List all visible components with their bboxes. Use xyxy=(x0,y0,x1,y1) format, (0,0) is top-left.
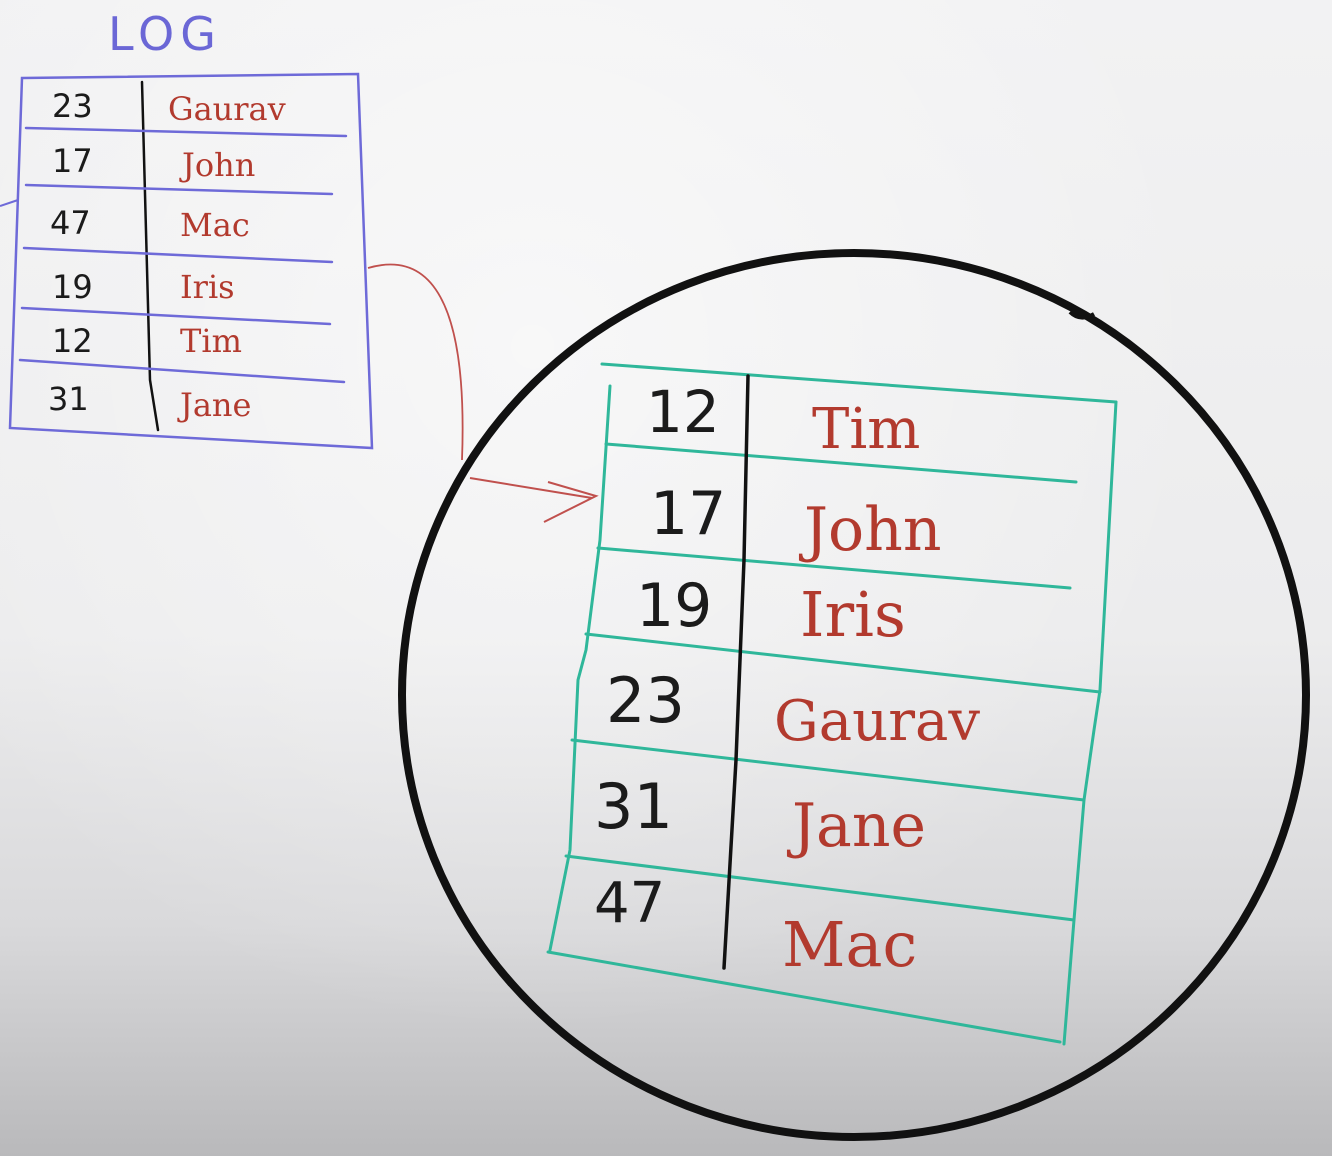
log-key: 17 xyxy=(52,142,93,180)
sorted-name: Jane xyxy=(786,791,926,861)
sorted-name: Tim xyxy=(812,397,920,462)
log-row-line xyxy=(24,183,334,196)
sorted-key: 31 xyxy=(594,770,673,843)
log-row-line xyxy=(18,358,346,384)
sorted-name: John xyxy=(798,495,941,565)
log-key: 23 xyxy=(52,87,93,125)
sorted-key: 23 xyxy=(606,664,685,737)
log-name: Gaurav xyxy=(168,90,286,128)
sorted-name: Gaurav xyxy=(774,689,980,754)
sorted-key: 12 xyxy=(646,378,720,446)
sorted-name: Iris xyxy=(800,578,906,651)
sorted-key: 47 xyxy=(594,871,665,936)
log-name: Iris xyxy=(180,268,235,306)
log-name: John xyxy=(179,146,255,184)
whiteboard-diagram: LOG 23 Gaurav 17 John 47 Mac 19 Iris 12 … xyxy=(0,7,1310,1141)
log-title: LOG xyxy=(108,7,222,61)
log-pointer-arrow xyxy=(0,199,19,207)
log-key: 12 xyxy=(52,322,93,360)
log-key: 47 xyxy=(50,204,91,242)
log-column-divider xyxy=(140,80,160,432)
sorted-right-edge xyxy=(1062,400,1118,1046)
log-name: Jane xyxy=(177,386,251,424)
connector-arrowhead xyxy=(543,481,599,523)
log-row-line xyxy=(22,246,334,264)
sorted-key: 19 xyxy=(636,571,712,641)
log-name: Mac xyxy=(180,206,250,244)
sorted-key: 17 xyxy=(650,479,726,549)
sorted-name: Mac xyxy=(782,908,917,981)
connector-curve xyxy=(367,263,464,461)
log-name: Tim xyxy=(180,322,242,360)
log-key: 31 xyxy=(48,380,89,418)
connector-arrow-line xyxy=(469,477,593,499)
sorted-left-edge xyxy=(548,384,612,952)
log-row-line xyxy=(24,126,348,138)
log-key: 19 xyxy=(52,268,93,306)
